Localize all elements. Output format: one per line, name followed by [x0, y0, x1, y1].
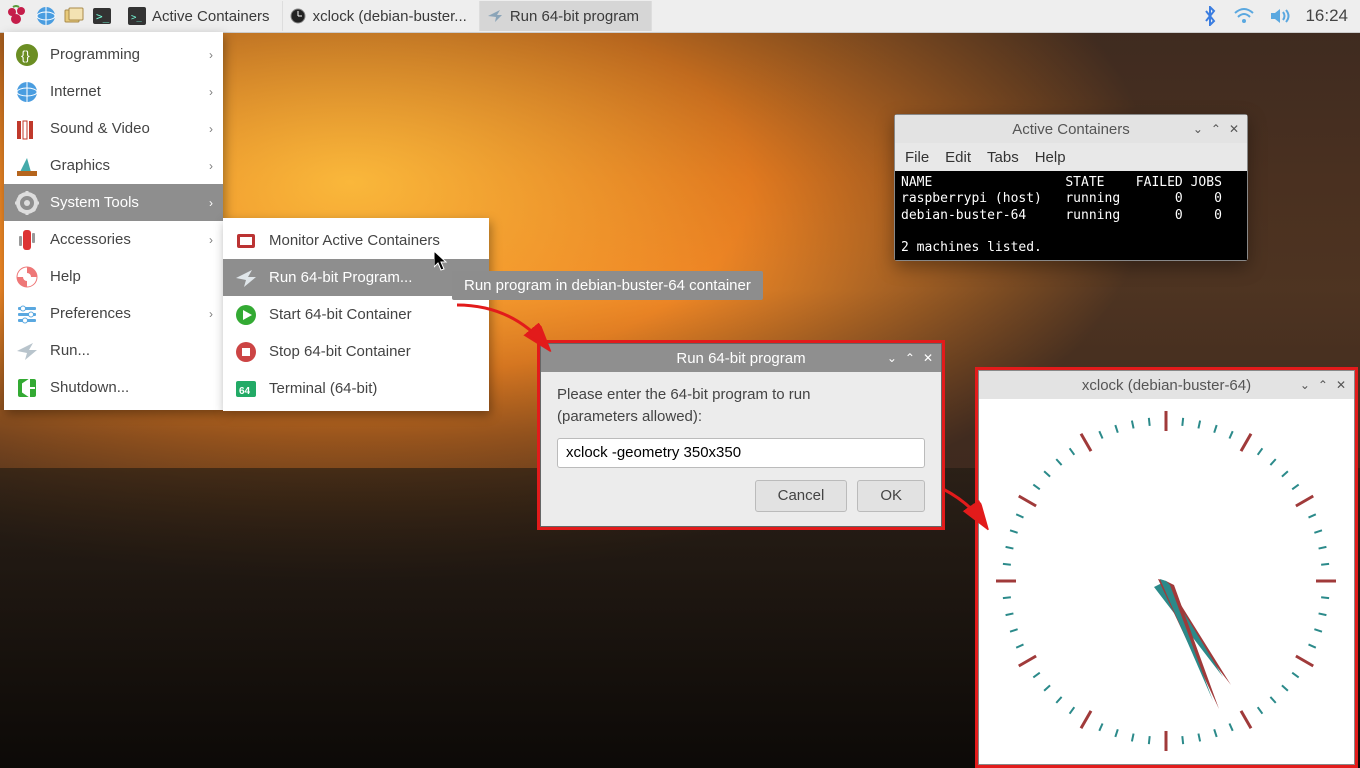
window-xclock[interactable]: xclock (debian-buster-64) ⌄ ⌃ ✕	[978, 370, 1355, 765]
menu-help[interactable]: Help	[4, 258, 223, 295]
wifi-icon[interactable]	[1233, 7, 1255, 25]
submenu-stop-container[interactable]: Stop 64-bit Container	[223, 333, 489, 370]
menu-graphics[interactable]: Graphics›	[4, 147, 223, 184]
taskbar: >_ >_ Active Containers xclock (debian-b…	[0, 0, 1360, 33]
dialog-prompt: Please enter the 64-bit program to run	[557, 384, 925, 406]
browser-launcher-icon[interactable]	[32, 2, 60, 30]
start-menu: {}Programming› Internet› Sound & Video› …	[4, 32, 223, 410]
minimize-icon[interactable]: ⌄	[887, 351, 897, 365]
maximize-icon[interactable]: ⌃	[905, 351, 915, 365]
task-xclock[interactable]: xclock (debian-buster...	[283, 1, 480, 31]
close-icon[interactable]: ✕	[923, 351, 933, 365]
menu-tabs[interactable]: Tabs	[987, 149, 1019, 166]
window-title: Run 64-bit program	[676, 350, 805, 367]
menu-internet[interactable]: Internet›	[4, 73, 223, 110]
tasklist: >_ Active Containers xclock (debian-bust…	[122, 1, 652, 31]
maximize-icon[interactable]: ⌃	[1318, 378, 1328, 392]
menu-help[interactable]: Help	[1035, 149, 1066, 166]
terminal-launcher-icon[interactable]: >_	[88, 2, 116, 30]
app-menu-icon[interactable]	[4, 2, 32, 30]
terminal-output[interactable]: NAME STATE FAILED JOBS raspberrypi (host…	[895, 171, 1247, 260]
svg-text:>_: >_	[131, 13, 142, 23]
panel-clock[interactable]: 16:24	[1305, 6, 1348, 26]
menu-accessories[interactable]: Accessories›	[4, 221, 223, 258]
program-input[interactable]	[557, 438, 925, 468]
submenu-run-64bit[interactable]: Run 64-bit Program...	[223, 259, 489, 296]
minimize-icon[interactable]: ⌄	[1300, 378, 1310, 392]
ok-button[interactable]: OK	[857, 480, 925, 512]
submenu-terminal-64[interactable]: 64Terminal (64-bit)	[223, 370, 489, 407]
task-active-containers[interactable]: >_ Active Containers	[122, 1, 283, 31]
svg-text:{}: {}	[21, 48, 30, 63]
menu-programming[interactable]: {}Programming›	[4, 36, 223, 73]
task-label: xclock (debian-buster...	[313, 8, 467, 25]
svg-text:64: 64	[239, 386, 251, 397]
svg-text:>_: >_	[96, 10, 110, 23]
minimize-icon[interactable]: ⌄	[1193, 122, 1203, 136]
task-label: Run 64-bit program	[510, 8, 639, 25]
menu-system-tools[interactable]: System Tools›	[4, 184, 223, 221]
task-label: Active Containers	[152, 8, 270, 25]
file-manager-launcher-icon[interactable]	[60, 2, 88, 30]
window-active-containers[interactable]: Active Containers ⌄ ⌃ ✕ File Edit Tabs H…	[894, 114, 1248, 261]
menu-file[interactable]: File	[905, 149, 929, 166]
menu-sound-video[interactable]: Sound & Video›	[4, 110, 223, 147]
menu-shutdown[interactable]: Shutdown...	[4, 369, 223, 406]
window-run64-dialog[interactable]: Run 64-bit program ⌄ ⌃ ✕ Please enter th…	[540, 343, 942, 527]
system-tools-submenu: Monitor Active Containers Run 64-bit Pro…	[223, 218, 489, 411]
close-icon[interactable]: ✕	[1229, 122, 1239, 136]
titlebar[interactable]: Run 64-bit program ⌄ ⌃ ✕	[541, 344, 941, 372]
tooltip: Run program in debian-buster-64 containe…	[452, 271, 763, 300]
titlebar[interactable]: Active Containers ⌄ ⌃ ✕	[895, 115, 1247, 143]
bluetooth-icon[interactable]	[1201, 6, 1219, 26]
dialog-prompt2: (parameters allowed):	[557, 406, 925, 428]
submenu-start-container[interactable]: Start 64-bit Container	[223, 296, 489, 333]
system-tray: 16:24	[1201, 6, 1360, 26]
window-title: xclock (debian-buster-64)	[1082, 377, 1251, 394]
menu-edit[interactable]: Edit	[945, 149, 971, 166]
menubar: File Edit Tabs Help	[895, 143, 1247, 171]
volume-icon[interactable]	[1269, 7, 1291, 25]
maximize-icon[interactable]: ⌃	[1211, 122, 1221, 136]
menu-run[interactable]: Run...	[4, 332, 223, 369]
clock-face	[979, 399, 1354, 764]
titlebar[interactable]: xclock (debian-buster-64) ⌄ ⌃ ✕	[979, 371, 1354, 399]
menu-preferences[interactable]: Preferences›	[4, 295, 223, 332]
cancel-button[interactable]: Cancel	[755, 480, 848, 512]
window-title: Active Containers	[1012, 121, 1130, 138]
close-icon[interactable]: ✕	[1336, 378, 1346, 392]
task-run64[interactable]: Run 64-bit program	[480, 1, 652, 31]
submenu-monitor-containers[interactable]: Monitor Active Containers	[223, 222, 489, 259]
